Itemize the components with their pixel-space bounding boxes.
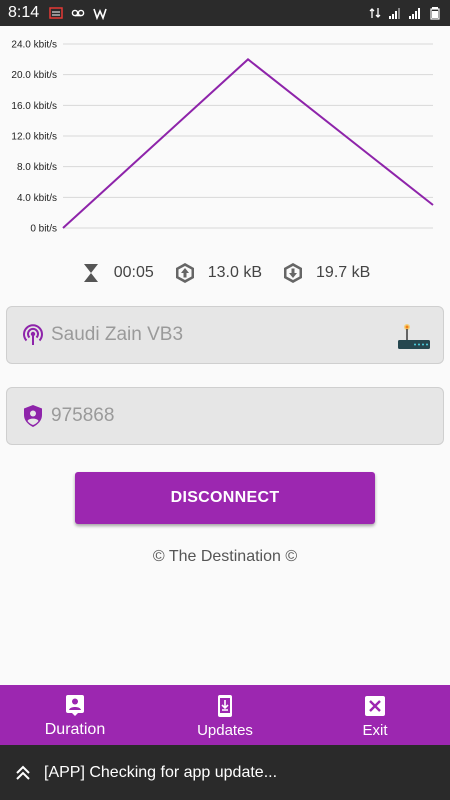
- double-chevron-up-icon[interactable]: [14, 764, 32, 782]
- signal-icon: [389, 8, 400, 19]
- y-tick-label: 4.0 kbit/s: [17, 193, 57, 204]
- router-icon: [398, 324, 430, 349]
- broadcast-icon: [23, 324, 43, 345]
- upload-value: 13.0 kB: [207, 264, 263, 281]
- download-stat: 19.7 kB: [282, 262, 370, 284]
- status-right-icons: [368, 6, 442, 20]
- y-tick-label: 24.0 kbit/s: [11, 40, 57, 51]
- download-icon: [284, 263, 303, 283]
- data-arrows-icon: [369, 8, 381, 18]
- stats-row: 00:05 13.0 kB 19.7 kB: [0, 258, 450, 288]
- y-tick-label: 20.0 kbit/s: [11, 70, 57, 81]
- duration-stat: 00:05: [80, 262, 154, 284]
- status-time: 8:14: [8, 4, 40, 21]
- nav-exit[interactable]: Exit: [300, 685, 450, 745]
- battery-icon: [430, 7, 440, 20]
- shield-user-icon: [24, 405, 42, 427]
- log-bar[interactable]: [APP] Checking for app update...: [0, 745, 450, 800]
- close-box-icon: [365, 695, 385, 716]
- person-card-icon: [66, 695, 84, 716]
- series-line: [62, 58, 434, 229]
- nav-exit-label: Exit: [362, 721, 388, 739]
- upload-stat: 13.0 kB: [174, 262, 262, 284]
- nav-updates-label: Updates: [197, 721, 253, 739]
- nav-updates[interactable]: Updates: [150, 685, 300, 745]
- speed-chart: 0 bit/s 4.0 kbit/s 8.0 kbit/s 12.0 kbit/s 16…: [0, 26, 450, 246]
- disconnect-button[interactable]: DISCONNECT: [75, 472, 375, 524]
- credit-text: © The Destination ©: [152, 548, 298, 565]
- signal-icon: [409, 8, 420, 19]
- w-app-icon: [93, 8, 107, 20]
- y-tick-label: 16.0 kbit/s: [11, 101, 57, 112]
- voicemail-icon: [71, 9, 85, 17]
- y-tick-label: 8.0 kbit/s: [17, 162, 57, 173]
- y-tick-label: 12.0 kbit/s: [11, 132, 57, 143]
- nav-duration-label: Duration: [44, 721, 106, 738]
- nav-duration[interactable]: Duration: [0, 685, 150, 745]
- status-left-icons: [49, 6, 107, 20]
- status-bar: 8:14: [0, 0, 450, 26]
- upload-icon: [175, 263, 194, 283]
- log-message: [APP] Checking for app update...: [44, 763, 278, 781]
- y-tick-label: 0 bit/s: [30, 224, 57, 235]
- password-value: 975868: [51, 405, 115, 426]
- bottom-nav: Duration Updates Exit: [0, 685, 450, 745]
- server-name: Saudi Zain VB3: [51, 324, 184, 345]
- duration-value: 00:05: [113, 264, 154, 281]
- phone-download-icon: [218, 694, 232, 717]
- server-selector[interactable]: Saudi Zain VB3: [6, 306, 444, 364]
- speed-chart-svg: 0 bit/s 4.0 kbit/s 8.0 kbit/s 12.0 kbit/s 16…: [11, 40, 434, 235]
- password-field[interactable]: 975868: [6, 387, 444, 445]
- download-value: 19.7 kB: [316, 264, 371, 281]
- notification-icon: [49, 7, 63, 19]
- hourglass-icon: [83, 264, 98, 282]
